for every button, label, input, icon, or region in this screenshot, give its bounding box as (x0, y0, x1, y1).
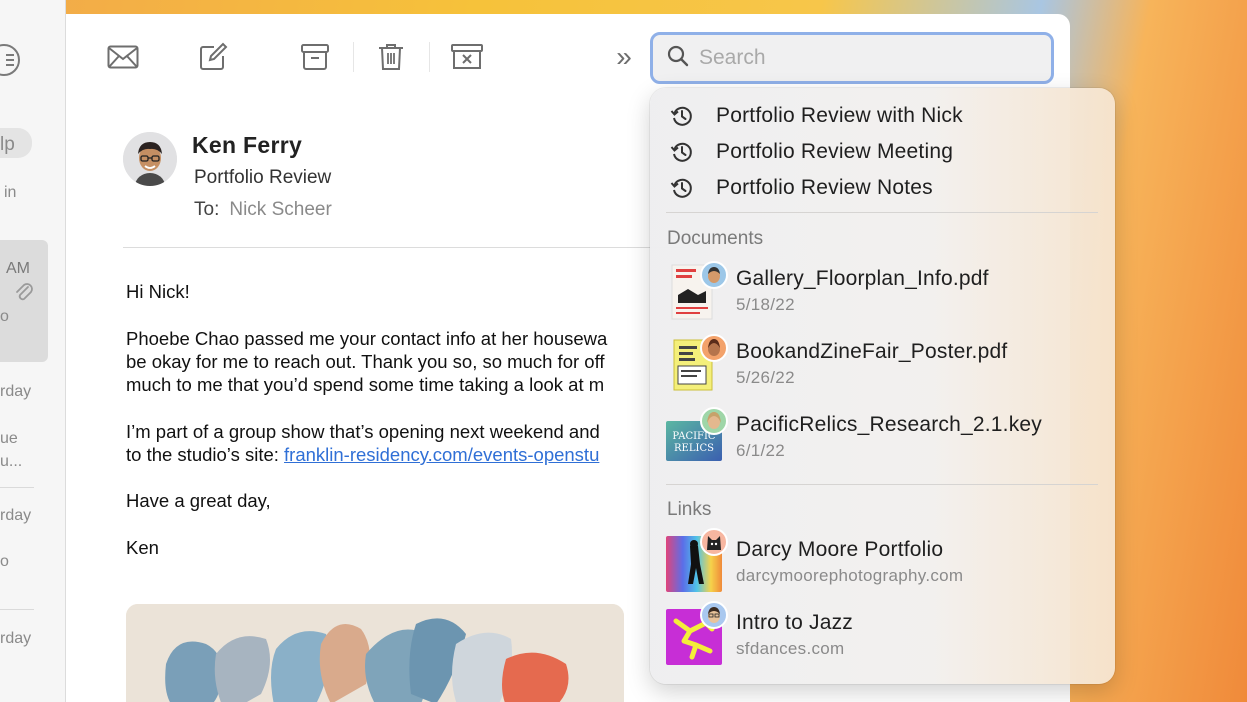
filter-icon[interactable] (0, 44, 20, 76)
recipient-line: To: Nick Scheer (194, 199, 332, 221)
history-clock-icon (668, 174, 696, 202)
list-fragment-pill: lp (0, 134, 15, 155)
body-line: I’m part of a group show that’s opening … (126, 421, 600, 442)
recent-search-label: Portfolio Review Meeting (716, 140, 954, 163)
recent-search-item[interactable]: Portfolio Review Meeting (668, 137, 953, 167)
envelope-icon[interactable] (106, 42, 140, 72)
list-fragment-trunc: u... (0, 453, 23, 470)
recent-search-item[interactable]: Portfolio Review Notes (668, 173, 933, 203)
contact-avatar (700, 407, 728, 435)
contact-avatar (700, 528, 728, 556)
list-fragment-in: in (4, 184, 17, 201)
contact-avatar (700, 334, 728, 362)
list-divider (0, 487, 34, 488)
sender-name[interactable]: Ken Ferry (192, 132, 302, 159)
link-url: sfdances.com (736, 639, 845, 658)
history-clock-icon (668, 102, 696, 130)
document-result[interactable]: BookandZineFair_Poster.pdf 5/26/22 (666, 334, 1096, 398)
to-label: To: (194, 199, 220, 220)
junk-icon[interactable] (450, 42, 484, 72)
event-link[interactable]: franklin-residency.com/events-openstu (284, 444, 599, 465)
recent-search-label: Portfolio Review with Nick (716, 104, 963, 127)
list-divider (0, 609, 34, 610)
body-line: much to me that you’d spend some time ta… (126, 374, 605, 395)
attached-image[interactable] (126, 604, 624, 702)
list-fragment-day2: rday (0, 507, 32, 524)
trash-icon[interactable] (374, 42, 408, 72)
recent-search-label: Portfolio Review Notes (716, 176, 933, 199)
recipient-name[interactable]: Nick Scheer (229, 199, 331, 220)
message-subject: Portfolio Review (194, 167, 332, 188)
document-thumbnail (666, 334, 728, 394)
header-divider (123, 247, 683, 248)
archive-icon[interactable] (298, 42, 332, 72)
greeting: Hi Nick! (126, 281, 190, 302)
document-thumbnail: PACIFIC RELICS (666, 407, 728, 467)
link-result[interactable]: Intro to Jazz sfdances.com (666, 601, 1096, 669)
more-toolbar-label: » (616, 41, 632, 72)
link-title: Intro to Jazz (736, 611, 853, 634)
list-fragment-time: AM (6, 260, 30, 277)
link-title: Darcy Moore Portfolio (736, 538, 944, 561)
document-date: 5/18/22 (736, 295, 795, 314)
document-title: PacificRelics_Research_2.1.key (736, 413, 1042, 436)
mail-list-strip: lp in AM o rday ue u... rday o rday (0, 0, 66, 702)
search-icon (667, 45, 689, 72)
link-thumbnail (666, 528, 728, 592)
list-fragment-tue: ue (0, 430, 18, 447)
sender-avatar (123, 132, 177, 186)
body-line: Phoebe Chao passed me your contact info … (126, 328, 608, 349)
list-fragment-day1: rday (0, 383, 32, 400)
svg-text:RELICS: RELICS (674, 443, 714, 454)
list-fragment-o2: o (0, 553, 9, 570)
search-suggestions-popover: Portfolio Review with Nick Portfolio Rev… (650, 88, 1115, 684)
recent-search-item[interactable]: Portfolio Review with Nick (668, 101, 963, 131)
section-divider (666, 484, 1098, 485)
document-title: Gallery_Floorplan_Info.pdf (736, 267, 989, 290)
documents-section-title: Documents (667, 228, 764, 249)
toolbar-divider (353, 42, 354, 72)
attachment-icon (14, 282, 34, 309)
list-fragment-day3: rday (0, 630, 32, 647)
history-clock-icon (668, 138, 696, 166)
compose-icon[interactable] (196, 42, 230, 72)
list-fragment-o1: o (0, 308, 9, 325)
section-divider (666, 212, 1098, 213)
document-date: 5/26/22 (736, 368, 795, 387)
closing: Have a great day, (126, 490, 271, 511)
body-line: be okay for me to reach out. Thank you s… (126, 351, 605, 372)
link-result[interactable]: Darcy Moore Portfolio darcymoorephotogra… (666, 528, 1096, 596)
search-field[interactable] (650, 32, 1054, 84)
document-result[interactable]: PACIFIC RELICS PacificRelics_Research_2.… (666, 407, 1096, 471)
contact-avatar (700, 261, 728, 289)
toolbar-divider (429, 42, 430, 72)
body-line-with-link: to the studio’s site: franklin-residency… (126, 443, 686, 467)
more-toolbar-chevron-icon[interactable]: » (607, 41, 641, 72)
signature: Ken (126, 537, 159, 558)
document-date: 6/1/22 (736, 441, 786, 460)
document-title: BookandZineFair_Poster.pdf (736, 340, 1008, 363)
link-url: darcymoorephotography.com (736, 566, 964, 585)
link-thumbnail (666, 601, 728, 665)
link-prefix: to the studio’s site: (126, 444, 285, 465)
contact-avatar (700, 601, 728, 629)
document-thumbnail (666, 261, 728, 321)
search-input[interactable] (699, 46, 1019, 70)
document-result[interactable]: Gallery_Floorplan_Info.pdf 5/18/22 (666, 261, 1096, 325)
links-section-title: Links (667, 499, 712, 520)
